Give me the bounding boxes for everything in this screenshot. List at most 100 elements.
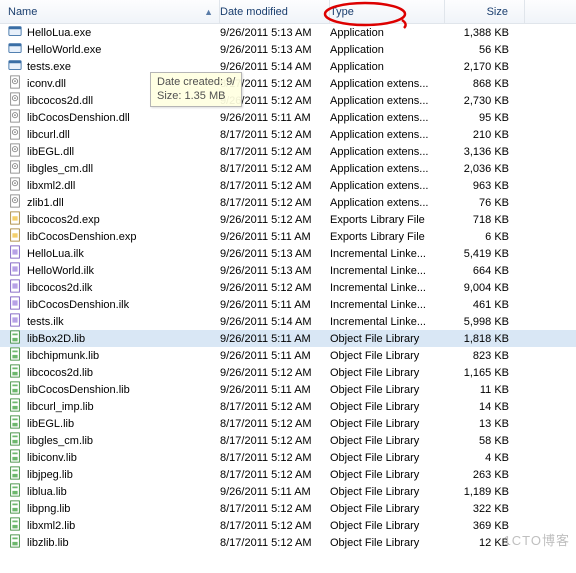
- file-icon: [8, 364, 22, 381]
- file-type: Incremental Linke...: [330, 282, 445, 294]
- file-row[interactable]: libEGL.dll8/17/2011 5:12 AMApplication e…: [0, 143, 576, 160]
- file-row[interactable]: libcocos2d.lib9/26/2011 5:12 AMObject Fi…: [0, 364, 576, 381]
- file-icon: [8, 211, 22, 228]
- file-date: 8/17/2011 5:12 AM: [220, 537, 330, 549]
- file-row[interactable]: liblua.lib9/26/2011 5:11 AMObject File L…: [0, 483, 576, 500]
- file-name: liblua.lib: [27, 486, 67, 498]
- file-date: 9/26/2011 5:12 AM: [220, 367, 330, 379]
- file-size: 4 KB: [445, 452, 525, 464]
- file-row[interactable]: libcocos2d.dll9/26/2011 5:12 AMApplicati…: [0, 92, 576, 109]
- file-name: libcurl_imp.lib: [27, 401, 94, 413]
- file-icon: [8, 160, 22, 177]
- column-header-date[interactable]: Date modified: [220, 0, 330, 23]
- file-row[interactable]: libgles_cm.dll8/17/2011 5:12 AMApplicati…: [0, 160, 576, 177]
- file-icon: [8, 143, 22, 160]
- file-row[interactable]: libiconv.lib8/17/2011 5:12 AMObject File…: [0, 449, 576, 466]
- file-row[interactable]: zlib1.dll8/17/2011 5:12 AMApplication ex…: [0, 194, 576, 211]
- file-size: 322 KB: [445, 503, 525, 515]
- file-size: 1,388 KB: [445, 27, 525, 39]
- file-type: Object File Library: [330, 418, 445, 430]
- file-row[interactable]: libcurl.dll8/17/2011 5:12 AMApplication …: [0, 126, 576, 143]
- file-size: 963 KB: [445, 180, 525, 192]
- file-row[interactable]: libpng.lib8/17/2011 5:12 AMObject File L…: [0, 500, 576, 517]
- file-row[interactable]: libjpeg.lib8/17/2011 5:12 AMObject File …: [0, 466, 576, 483]
- column-header-type[interactable]: Type: [330, 0, 445, 23]
- file-row[interactable]: iconv.dll8/17/2011 5:12 AMApplication ex…: [0, 75, 576, 92]
- file-name: HelloLua.exe: [27, 27, 91, 39]
- file-type: Application extens...: [330, 95, 445, 107]
- file-name: libBox2D.lib: [27, 333, 85, 345]
- file-name: libcocos2d.dll: [27, 95, 93, 107]
- file-type: Object File Library: [330, 520, 445, 532]
- file-size: 718 KB: [445, 214, 525, 226]
- file-name: libCocosDenshion.ilk: [27, 299, 129, 311]
- file-icon: [8, 262, 22, 279]
- file-name: libcocos2d.exp: [27, 214, 100, 226]
- file-date: 8/17/2011 5:12 AM: [220, 163, 330, 175]
- file-date: 8/17/2011 5:12 AM: [220, 520, 330, 532]
- file-row[interactable]: libcocos2d.ilk9/26/2011 5:12 AMIncrement…: [0, 279, 576, 296]
- file-row[interactable]: libcurl_imp.lib8/17/2011 5:12 AMObject F…: [0, 398, 576, 415]
- file-icon: [8, 228, 22, 245]
- file-date: 8/17/2011 5:12 AM: [220, 146, 330, 158]
- file-row[interactable]: libCocosDenshion.lib9/26/2011 5:11 AMObj…: [0, 381, 576, 398]
- file-size: 76 KB: [445, 197, 525, 209]
- file-type: Application extens...: [330, 197, 445, 209]
- file-icon: [8, 279, 22, 296]
- file-date: 9/26/2011 5:12 AM: [220, 214, 330, 226]
- file-date: 9/26/2011 5:11 AM: [220, 333, 330, 345]
- file-icon: [8, 500, 22, 517]
- file-icon: [8, 381, 22, 398]
- file-row[interactable]: HelloWorld.exe9/26/2011 5:13 AMApplicati…: [0, 41, 576, 58]
- file-row[interactable]: tests.ilk9/26/2011 5:14 AMIncremental Li…: [0, 313, 576, 330]
- file-row[interactable]: HelloLua.exe 9/26/2011 5:13 AMApplication…: [0, 24, 576, 41]
- file-type: Application extens...: [330, 163, 445, 175]
- file-row[interactable]: libxml2.dll8/17/2011 5:12 AMApplication …: [0, 177, 576, 194]
- file-type: Object File Library: [330, 350, 445, 362]
- file-type: Incremental Linke...: [330, 316, 445, 328]
- file-date: 9/26/2011 5:14 AM: [220, 316, 330, 328]
- file-size: 11 KB: [445, 384, 525, 396]
- file-row[interactable]: HelloWorld.ilk9/26/2011 5:13 AMIncrement…: [0, 262, 576, 279]
- file-row[interactable]: libgles_cm.lib8/17/2011 5:12 AMObject Fi…: [0, 432, 576, 449]
- file-row[interactable]: libEGL.lib8/17/2011 5:12 AMObject File L…: [0, 415, 576, 432]
- file-name: zlib1.dll: [27, 197, 64, 209]
- file-row[interactable]: libchipmunk.lib9/26/2011 5:11 AMObject F…: [0, 347, 576, 364]
- tooltip-line: Size: 1.35 MB: [157, 89, 235, 103]
- file-icon: [8, 483, 22, 500]
- file-type: Incremental Linke...: [330, 265, 445, 277]
- file-size: 868 KB: [445, 78, 525, 90]
- file-size: 95 KB: [445, 112, 525, 124]
- file-icon: [8, 432, 22, 449]
- file-row[interactable]: libCocosDenshion.dll9/26/2011 5:11 AMApp…: [0, 109, 576, 126]
- file-icon: [8, 449, 22, 466]
- file-row[interactable]: libCocosDenshion.ilk9/26/2011 5:11 AMInc…: [0, 296, 576, 313]
- file-size: 5,419 KB: [445, 248, 525, 260]
- file-icon: [8, 517, 22, 534]
- file-row[interactable]: libcocos2d.exp 9/26/2011 5:12 AMExports L…: [0, 211, 576, 228]
- file-icon: [8, 330, 22, 347]
- file-type: Application: [330, 27, 445, 39]
- file-row[interactable]: tests.exe9/26/2011 5:14 AMApplication2,1…: [0, 58, 576, 75]
- file-row[interactable]: HelloLua.ilk9/26/2011 5:13 AMIncremental…: [0, 245, 576, 262]
- file-type: Exports Library File: [330, 214, 445, 226]
- file-name: libCocosDenshion.dll: [27, 112, 130, 124]
- file-row[interactable]: libBox2D.lib9/26/2011 5:11 AMObject File…: [0, 330, 576, 347]
- file-type: Application: [330, 61, 445, 73]
- file-row[interactable]: libCocosDenshion.exp9/26/2011 5:11 AMExp…: [0, 228, 576, 245]
- file-icon: [8, 296, 22, 313]
- file-date: 8/17/2011 5:12 AM: [220, 452, 330, 464]
- file-size: 12 KB: [445, 537, 525, 549]
- file-row[interactable]: libzlib.lib8/17/2011 5:12 AMObject File …: [0, 534, 576, 551]
- file-date: 9/26/2011 5:13 AM: [220, 27, 330, 39]
- file-type: Incremental Linke...: [330, 248, 445, 260]
- file-date: 9/26/2011 5:12 AM: [220, 282, 330, 294]
- file-date: 8/17/2011 5:12 AM: [220, 503, 330, 515]
- column-header-size[interactable]: Size: [445, 0, 525, 23]
- file-icon: [8, 109, 22, 126]
- column-header-name[interactable]: Name ▲: [0, 0, 220, 23]
- file-size: 823 KB: [445, 350, 525, 362]
- file-name: libpng.lib: [27, 503, 70, 515]
- column-header-name-label: Name: [8, 6, 37, 18]
- file-row[interactable]: libxml2.lib8/17/2011 5:12 AMObject File …: [0, 517, 576, 534]
